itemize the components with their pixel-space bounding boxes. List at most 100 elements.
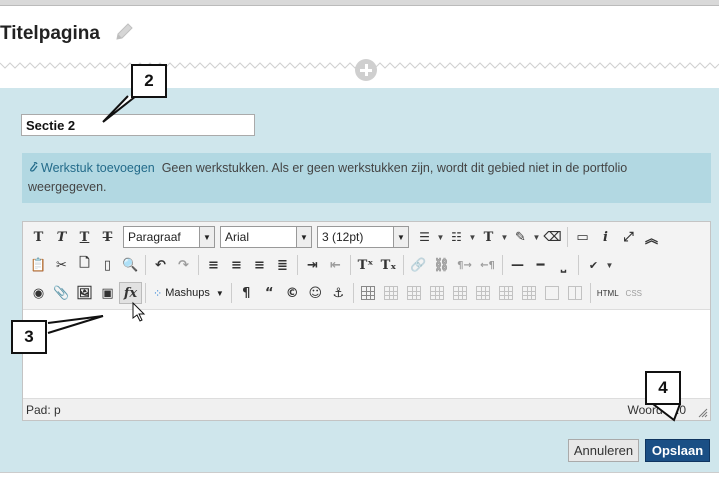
bold-icon[interactable]: T (27, 226, 50, 248)
collapse-toolbar-icon[interactable]: ︽ (640, 226, 663, 248)
paperclip-icon (30, 162, 38, 172)
format-select[interactable]: Paragraaf ▼ (123, 226, 215, 248)
css-button[interactable]: CSS (622, 282, 646, 304)
info-icon[interactable]: i (594, 226, 617, 248)
row-before-icon[interactable] (380, 282, 403, 304)
format-select-value: Paragraaf (128, 230, 181, 244)
cell-props-icon[interactable] (518, 282, 541, 304)
html-source-button[interactable]: HTML (594, 282, 622, 304)
superscript-icon[interactable]: Tˣ (354, 254, 377, 276)
resize-handle-icon[interactable] (698, 408, 708, 418)
css-label: CSS (625, 288, 642, 298)
merge-cells-icon[interactable] (541, 282, 564, 304)
delete-row-icon[interactable] (426, 282, 449, 304)
insert-table-icon[interactable] (357, 282, 380, 304)
toolbar-divider (350, 255, 351, 275)
page-title: Titelpagina (0, 23, 100, 44)
align-justify-icon[interactable]: ≣ (271, 254, 294, 276)
callout-4: 4 (645, 371, 681, 405)
section-title-input[interactable]: Sectie 2 (21, 114, 255, 136)
anchor-icon[interactable]: ⚓ (327, 282, 350, 304)
col-before-icon[interactable] (449, 282, 472, 304)
element-path: Pad: p (26, 403, 61, 417)
unlink-icon[interactable]: ⛓ (430, 254, 453, 276)
editor-toolbar: T T T T Paragraaf ▼ Arial ▼ 3 (12pt) ▼ ☰ ▼ … (23, 222, 710, 310)
delete-col-icon[interactable] (495, 282, 518, 304)
thick-line-icon[interactable]: ━ (529, 254, 552, 276)
split-cells-icon[interactable] (564, 282, 587, 304)
editor-status-bar: Pad: p Woorden:0 (23, 398, 710, 420)
align-center-icon[interactable]: ≡ (225, 254, 248, 276)
col-after-icon[interactable] (472, 282, 495, 304)
chevron-down-icon[interactable]: ▼ (605, 261, 614, 270)
strikethrough-icon[interactable]: T (96, 226, 119, 248)
editor-content-area[interactable] (23, 311, 710, 397)
chevron-down-icon: ▼ (215, 288, 224, 298)
cancel-button[interactable]: Annuleren (568, 439, 639, 462)
word-count: Woorden:0 (627, 403, 686, 417)
media-icon[interactable]: ▣ (96, 282, 119, 304)
chevron-down-icon[interactable]: ▼ (500, 233, 509, 242)
pencil-icon[interactable] (113, 21, 135, 43)
copy-icon[interactable]: 🗋 (73, 254, 96, 276)
toolbar-divider (502, 255, 503, 275)
numbered-list-icon[interactable]: ☷ (445, 226, 468, 248)
undo-icon[interactable]: ↶ (149, 254, 172, 276)
subscript-icon[interactable]: Tₓ (377, 254, 400, 276)
spellcheck-icon[interactable]: ✔ (582, 254, 605, 276)
paste-text-icon[interactable]: 📋 (27, 254, 50, 276)
add-attachment-link[interactable]: Werkstuk toevoegen (28, 161, 158, 175)
align-right-icon[interactable]: ≡ (248, 254, 271, 276)
copyright-icon[interactable]: © (281, 282, 304, 304)
rich-text-editor: T T T T Paragraaf ▼ Arial ▼ 3 (12pt) ▼ ☰ ▼ … (22, 221, 711, 421)
eraser-icon[interactable]: ⌫ (541, 226, 564, 248)
link-icon[interactable]: 🔗 (407, 254, 430, 276)
bullet-list-icon[interactable]: ☰ (413, 226, 436, 248)
chevron-down-icon[interactable]: ▼ (436, 233, 445, 242)
ltr-icon[interactable]: ¶→ (453, 254, 476, 276)
chevron-down-icon: ▼ (393, 227, 408, 247)
toolbar-divider (352, 283, 354, 303)
quote-icon[interactable]: “ (258, 282, 281, 304)
underline-icon[interactable]: T (73, 226, 96, 248)
toolbar-divider (145, 283, 146, 303)
toolbar-divider (145, 255, 146, 275)
outdent-icon[interactable]: ⇤ (324, 254, 347, 276)
chevron-down-icon[interactable]: ▼ (532, 233, 541, 242)
toolbar-divider (403, 255, 404, 275)
math-formula-icon[interactable]: fx (119, 282, 142, 304)
italic-icon[interactable]: T (50, 226, 73, 248)
row-after-icon[interactable] (403, 282, 426, 304)
redo-icon[interactable]: ↷ (172, 254, 195, 276)
font-select[interactable]: Arial ▼ (220, 226, 312, 248)
search-icon[interactable]: 🔍 (119, 254, 142, 276)
paste-icon[interactable]: ▯ (96, 254, 119, 276)
bottom-bar (0, 472, 719, 488)
image-icon[interactable]: 🖼 (73, 282, 96, 304)
horizontal-line-icon[interactable]: — (506, 254, 529, 276)
toolbar-divider (198, 255, 199, 275)
indent-icon[interactable]: ⇥ (301, 254, 324, 276)
size-select-value: 3 (12pt) (322, 230, 364, 244)
nonbreaking-space-icon[interactable]: ⎵ (552, 254, 575, 276)
emoticon-icon[interactable]: ☺ (304, 282, 327, 304)
toolbar-divider (230, 283, 232, 303)
mashups-icon: ⁘ (153, 287, 163, 300)
align-left-icon[interactable]: ≡ (202, 254, 225, 276)
record-icon[interactable]: ◉ (27, 282, 50, 304)
preview-icon[interactable]: ▭ (571, 226, 594, 248)
plus-circle-icon[interactable] (355, 59, 377, 81)
chevron-down-icon[interactable]: ▼ (468, 233, 477, 242)
callout-3: 3 (11, 320, 47, 354)
fullscreen-icon[interactable]: ⤢ (617, 226, 640, 248)
highlight-icon[interactable]: ✎ (509, 226, 532, 248)
save-button[interactable]: Opslaan (645, 439, 710, 462)
paragraph-icon[interactable]: ¶ (235, 282, 258, 304)
rtl-icon[interactable]: ←¶ (476, 254, 499, 276)
attach-file-icon[interactable]: 📎 (50, 282, 73, 304)
font-select-value: Arial (225, 230, 250, 244)
mashups-menu[interactable]: ⁘ Mashups ▼ (149, 282, 228, 304)
size-select[interactable]: 3 (12pt) ▼ (317, 226, 409, 248)
cut-icon[interactable]: ✂ (50, 254, 73, 276)
text-color-icon[interactable]: T (477, 226, 500, 248)
